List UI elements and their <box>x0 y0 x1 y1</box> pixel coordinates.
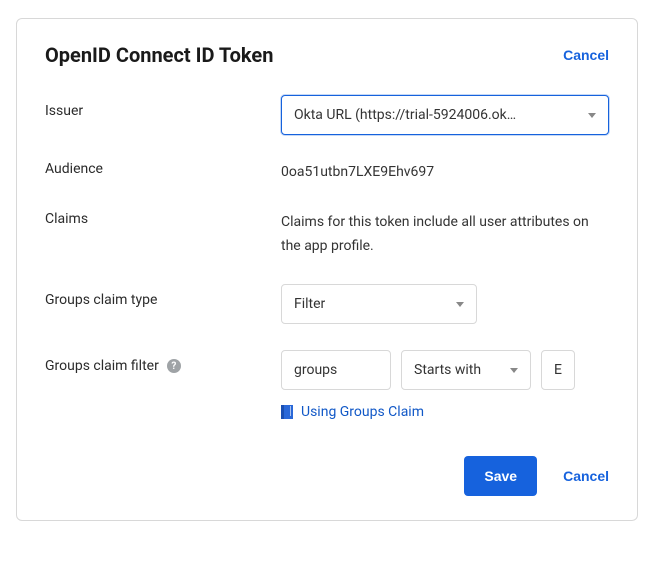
chevron-down-icon <box>456 302 464 307</box>
card-header: OpenID Connect ID Token Cancel <box>45 43 609 67</box>
groups-claim-type-value: Filter <box>294 296 325 312</box>
issuer-select-value: Okta URL (https://trial-5924006.ok… <box>294 107 516 123</box>
audience-value: 0oa51utbn7LXE9Ehv697 <box>281 161 609 185</box>
save-button[interactable]: Save <box>464 456 537 496</box>
doc-link: Using Groups Claim <box>281 404 609 420</box>
groups-claim-name-input[interactable] <box>281 350 391 390</box>
row-issuer: Issuer Okta URL (https://trial-5924006.o… <box>45 95 609 135</box>
card-footer: Save Cancel <box>45 456 609 496</box>
cancel-top-button[interactable]: Cancel <box>563 47 609 63</box>
groups-claim-type-select[interactable]: Filter <box>281 284 477 324</box>
issuer-select[interactable]: Okta URL (https://trial-5924006.ok… <box>281 95 609 135</box>
label-groups-claim-type: Groups claim type <box>45 284 281 308</box>
page-title: OpenID Connect ID Token <box>45 43 273 67</box>
label-audience: Audience <box>45 161 281 177</box>
chevron-down-icon <box>588 113 596 118</box>
using-groups-claim-link[interactable]: Using Groups Claim <box>301 404 424 420</box>
label-issuer: Issuer <box>45 95 281 119</box>
row-claims: Claims Claims for this token include all… <box>45 211 609 259</box>
help-icon[interactable]: ? <box>167 359 181 373</box>
row-groups-claim-filter: Groups claim filter ? Starts with Using … <box>45 350 609 420</box>
groups-claim-match-select[interactable]: Starts with <box>401 350 531 390</box>
book-icon <box>281 405 293 419</box>
groups-claim-value-input[interactable] <box>541 350 575 390</box>
label-groups-claim-filter: Groups claim filter ? <box>45 350 281 374</box>
openid-token-card: OpenID Connect ID Token Cancel Issuer Ok… <box>16 18 638 521</box>
claims-description: Claims for this token include all user a… <box>281 211 609 259</box>
groups-claim-filter-controls: Starts with <box>281 350 609 390</box>
groups-claim-match-value: Starts with <box>414 362 481 378</box>
row-groups-claim-type: Groups claim type Filter <box>45 284 609 324</box>
cancel-bottom-button[interactable]: Cancel <box>563 468 609 484</box>
row-audience: Audience 0oa51utbn7LXE9Ehv697 <box>45 161 609 185</box>
label-claims: Claims <box>45 211 281 227</box>
chevron-down-icon <box>510 368 518 373</box>
label-groups-claim-filter-text: Groups claim filter <box>45 358 159 374</box>
